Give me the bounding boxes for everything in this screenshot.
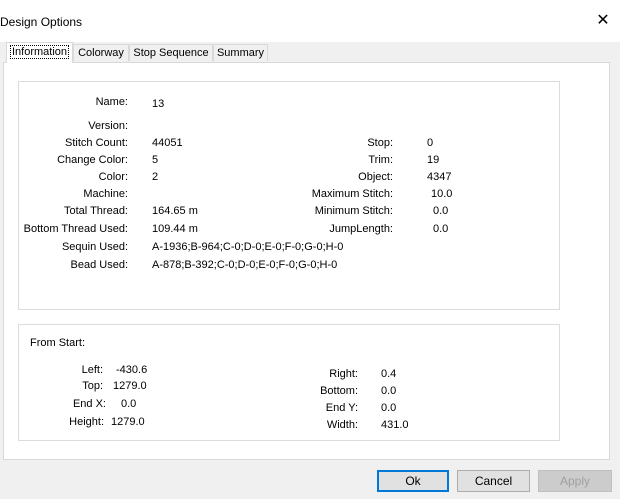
width-value: 431.0 [381,419,409,431]
top-label: Top: [82,380,103,392]
top-value: 1279.0 [113,380,147,392]
jump-length-value: 0.0 [433,223,449,235]
cancel-button[interactable]: Cancel [457,470,530,492]
name-value: 13 [152,98,165,110]
change-color-label: Change Color: [57,154,128,166]
design-info-group: Name: 13 Version: Stitch Count: 44051 Ch… [18,81,560,310]
from-start-group: From Start: Left: -430.6 Top: 1279.0 End… [18,324,560,441]
object-label: Object: [358,171,393,183]
max-stitch-value: 10.0 [431,188,453,200]
stop-label: Stop: [367,137,393,149]
sequin-used-value: A-1936;B-964;C-0;D-0;E-0;F-0;G-0;H-0 [152,241,344,253]
total-thread-value: 164.65 m [152,205,198,217]
machine-label: Machine: [83,188,128,200]
height-value: 1279.0 [111,416,145,428]
end-y-value: 0.0 [381,402,397,414]
version-label: Version: [88,120,128,132]
color-label: Color: [98,171,128,183]
window-title: Design Options [0,15,83,29]
tab-information[interactable]: Information [6,42,73,63]
sequin-used-label: Sequin Used: [61,241,128,253]
tab-stop-sequence[interactable]: Stop Sequence [129,44,213,61]
end-x-label: End X: [72,398,106,410]
max-stitch-label: Maximum Stitch: [311,188,393,200]
end-y-label: End Y: [325,402,358,414]
trim-value: 19 [427,154,440,166]
bead-used-label: Bead Used: [70,259,128,271]
left-label: Left: [81,364,103,376]
stop-value: 0 [427,137,434,149]
color-value: 2 [152,171,159,183]
apply-button[interactable]: Apply [538,470,612,492]
height-label: Height: [69,416,104,428]
bottom-value: 0.0 [381,385,397,397]
jump-length-label: JumpLength: [329,223,393,235]
from-start-heading: From Start: [30,337,86,349]
left-value: -430.6 [116,364,148,376]
bottom-thread-label: Bottom Thread Used: [23,223,128,235]
tab-colorway[interactable]: Colorway [73,44,129,61]
stitch-count-value: 44051 [152,137,183,149]
min-stitch-value: 0.0 [433,205,449,217]
change-color-value: 5 [152,154,159,166]
stitch-count-label: Stitch Count: [65,137,128,149]
width-label: Width: [326,419,358,431]
tab-summary[interactable]: Summary [213,44,268,61]
end-x-value: 0.0 [121,398,137,410]
min-stitch-label: Minimum Stitch: [314,205,393,217]
trim-label: Trim: [368,154,393,166]
total-thread-label: Total Thread: [63,205,128,217]
title-bar: Design Options ✕ [0,0,620,42]
close-button[interactable]: ✕ [592,13,614,31]
bottom-thread-value: 109.44 m [152,223,198,235]
right-label: Right: [329,368,358,380]
close-icon: ✕ [596,12,610,29]
object-value: 4347 [427,171,452,183]
right-value: 0.4 [381,368,397,380]
bead-used-value: A-878;B-392;C-0;D-0;E-0;F-0;G-0;H-0 [152,259,338,271]
name-label: Name: [95,96,128,108]
bottom-label: Bottom: [320,385,358,397]
ok-button[interactable]: Ok [377,470,449,492]
